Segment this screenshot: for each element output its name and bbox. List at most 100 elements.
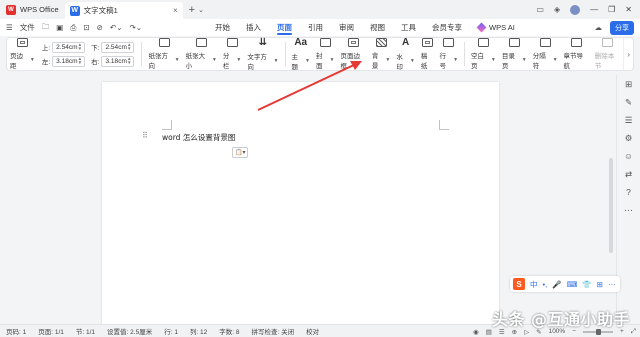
avatar[interactable] (570, 4, 581, 15)
tab-wps-ai[interactable]: WPS AI (470, 19, 523, 36)
toolbox-icon[interactable]: ⊞ (597, 280, 603, 289)
new-tab-dropdown-icon[interactable]: ⌄ (198, 6, 204, 14)
margin-left-input[interactable]: 3.18 cm ▲ ▼ (52, 55, 86, 67)
spinner-icon[interactable]: ▲ ▼ (127, 56, 131, 65)
spinner-icon[interactable]: ▲ ▼ (78, 42, 82, 51)
status-page[interactable]: 页码: 1 (0, 326, 32, 336)
menu-icon[interactable]: ☰ (6, 23, 13, 32)
orientation-button[interactable]: 纸张方向 ▼ (145, 38, 182, 70)
zoom-slider[interactable] (583, 328, 613, 335)
tab-page[interactable]: 页面 (269, 19, 300, 36)
translate-icon[interactable]: ⇄ (624, 169, 634, 179)
paste-options-button[interactable]: 📋▾ (232, 147, 249, 158)
paragraph-drag-handle-icon[interactable]: ⠿ (142, 131, 148, 140)
tab-insert[interactable]: 插入 (238, 19, 269, 36)
cover-button[interactable]: 封面 ▼ (313, 38, 338, 70)
app-tab[interactable]: W WPS Office (0, 0, 65, 19)
tab-tools[interactable]: 工具 (393, 19, 424, 36)
manuscript-button[interactable]: 稿纸 (418, 38, 437, 70)
minimize-icon[interactable]: — (590, 5, 598, 14)
margin-right-input[interactable]: 3.18 cm ▲ ▼ (101, 55, 135, 67)
sidebar-collapse-icon[interactable]: ⊞ (624, 79, 634, 89)
background-button[interactable]: 背景 ▼ (369, 38, 394, 70)
open-folder-icon[interactable]: 🗀 (42, 21, 50, 34)
status-col: 列: 12 (189, 329, 208, 336)
tab-references[interactable]: 引用 (300, 19, 331, 36)
blank-page-button[interactable]: 空白页 ▼ (468, 38, 499, 70)
keyboard-icon[interactable]: ⌨ (567, 280, 578, 289)
status-spell-check[interactable]: 拼写检查: 关闭 (246, 326, 301, 336)
file-menu[interactable]: 文件 (20, 22, 35, 33)
new-tab-button[interactable]: + (189, 4, 195, 16)
background-label: 背景 (371, 53, 379, 70)
page-view-icon[interactable]: ▤ (486, 328, 492, 336)
text-direction-button[interactable]: ⇊ 文字方向 ▼ (244, 37, 281, 71)
spinner-icon[interactable]: ▲ ▼ (78, 56, 82, 65)
more-icon[interactable]: ⋯ (624, 205, 634, 215)
close-window-icon[interactable]: ✕ (625, 5, 632, 14)
theme-button[interactable]: Aa 主题 ▼ (288, 37, 313, 71)
vertical-scrollbar[interactable] (609, 158, 613, 253)
maximize-icon[interactable]: ❐ (608, 5, 615, 14)
tab-home[interactable]: 开始 (207, 19, 238, 36)
page-border-label: 页面边框 (340, 53, 360, 70)
tab-review[interactable]: 审阅 (331, 19, 362, 36)
sogou-logo-icon[interactable]: S (513, 278, 525, 290)
fit-page-icon[interactable]: ⤢ (631, 328, 636, 336)
ime-chinese-mode[interactable]: 中 (530, 279, 538, 290)
separator-button[interactable]: 分隔符 ▼ (530, 38, 561, 70)
skin-icon[interactable]: ◈ (554, 5, 560, 14)
delete-section-button[interactable]: 删除本节 (592, 38, 623, 70)
properties-icon[interactable]: ⚙ (624, 133, 634, 143)
undo-icon[interactable]: ↶⌄ (110, 23, 123, 32)
margins-button[interactable]: 页边距 ▼ (7, 38, 38, 70)
watermark-label: 水印 (396, 54, 403, 71)
separator-icon (539, 38, 551, 47)
menu-quick-tools: ☰ 文件 🗀 ▣ ⎙ ⊡ ⊘ ↶⌄ ↷⌄ (0, 21, 142, 34)
margin-top-value: 2.54 (56, 43, 69, 51)
eye-protection-icon[interactable]: ◉ (473, 328, 479, 336)
page-border-button[interactable]: 页面边框 (337, 38, 368, 70)
margins-icon (16, 38, 28, 47)
margin-fields: 上: 2.54 cm ▲ ▼ 下: 2.54 cm ▲ ▼ 左: 3.18 cm ▲ ▼ 右: 3… (38, 41, 139, 67)
section-nav-label: 章节导航 (563, 53, 584, 70)
document-tab[interactable]: W 文字文稿1 × (64, 2, 183, 19)
comment-icon[interactable]: ☺ (624, 151, 634, 161)
spinner-icon[interactable]: ▲ ▼ (127, 42, 131, 51)
status-words[interactable]: 字数: 8 (213, 326, 245, 336)
status-proofread[interactable]: 校对 (300, 326, 325, 336)
ime-more-icon[interactable]: ⋯ (608, 280, 616, 289)
section-nav-button[interactable]: 章节导航 (561, 38, 592, 70)
ribbon-scroll-right-icon[interactable]: › (623, 38, 633, 70)
window-layout-icon[interactable]: ▭ (536, 5, 544, 14)
help-icon[interactable]: ? (624, 187, 634, 197)
paper-size-button[interactable]: 纸张大小 ▼ (183, 38, 220, 70)
close-tab-icon[interactable]: × (173, 6, 178, 15)
share-button[interactable]: 分享 (610, 20, 634, 35)
tab-view[interactable]: 视图 (362, 19, 393, 36)
document-text[interactable]: word 怎么设置背景图 (162, 132, 235, 143)
save-icon[interactable]: ▣ (56, 23, 63, 32)
format-painter-icon[interactable]: ⊘ (97, 23, 103, 32)
app-name: WPS Office (20, 5, 59, 14)
cloud-sync-icon[interactable]: ☁ (595, 23, 603, 32)
print-preview-icon[interactable]: ⊡ (83, 23, 89, 32)
ime-punctuation[interactable]: •, (543, 280, 548, 289)
watermark-button[interactable]: A 水印 ▼ (393, 37, 418, 71)
line-number-button[interactable]: 行号 ▼ (437, 38, 462, 70)
margin-bottom-input[interactable]: 2.54 cm ▲ ▼ (101, 41, 135, 53)
print-icon[interactable]: ⎙ (70, 23, 76, 33)
tab-member[interactable]: 会员专享 (424, 19, 470, 36)
document-page[interactable]: ⠿ word 怎么设置背景图 📋▾ (102, 82, 499, 325)
margin-corner-mark (439, 120, 449, 130)
margin-top-input[interactable]: 2.54 cm ▲ ▼ (52, 41, 86, 53)
ribbon-divider (464, 42, 465, 66)
microphone-icon[interactable]: 🎤 (552, 280, 561, 289)
columns-button[interactable]: 分栏 ▼ (220, 38, 245, 70)
skin-icon[interactable]: 👕 (582, 280, 591, 289)
delete-section-label: 删除本节 (594, 53, 615, 70)
format-icon[interactable]: ☰ (624, 115, 634, 125)
redo-icon[interactable]: ↷⌄ (130, 23, 143, 32)
toc-page-button[interactable]: 目录页 ▼ (499, 38, 530, 70)
pen-icon[interactable]: ✎ (624, 97, 634, 107)
